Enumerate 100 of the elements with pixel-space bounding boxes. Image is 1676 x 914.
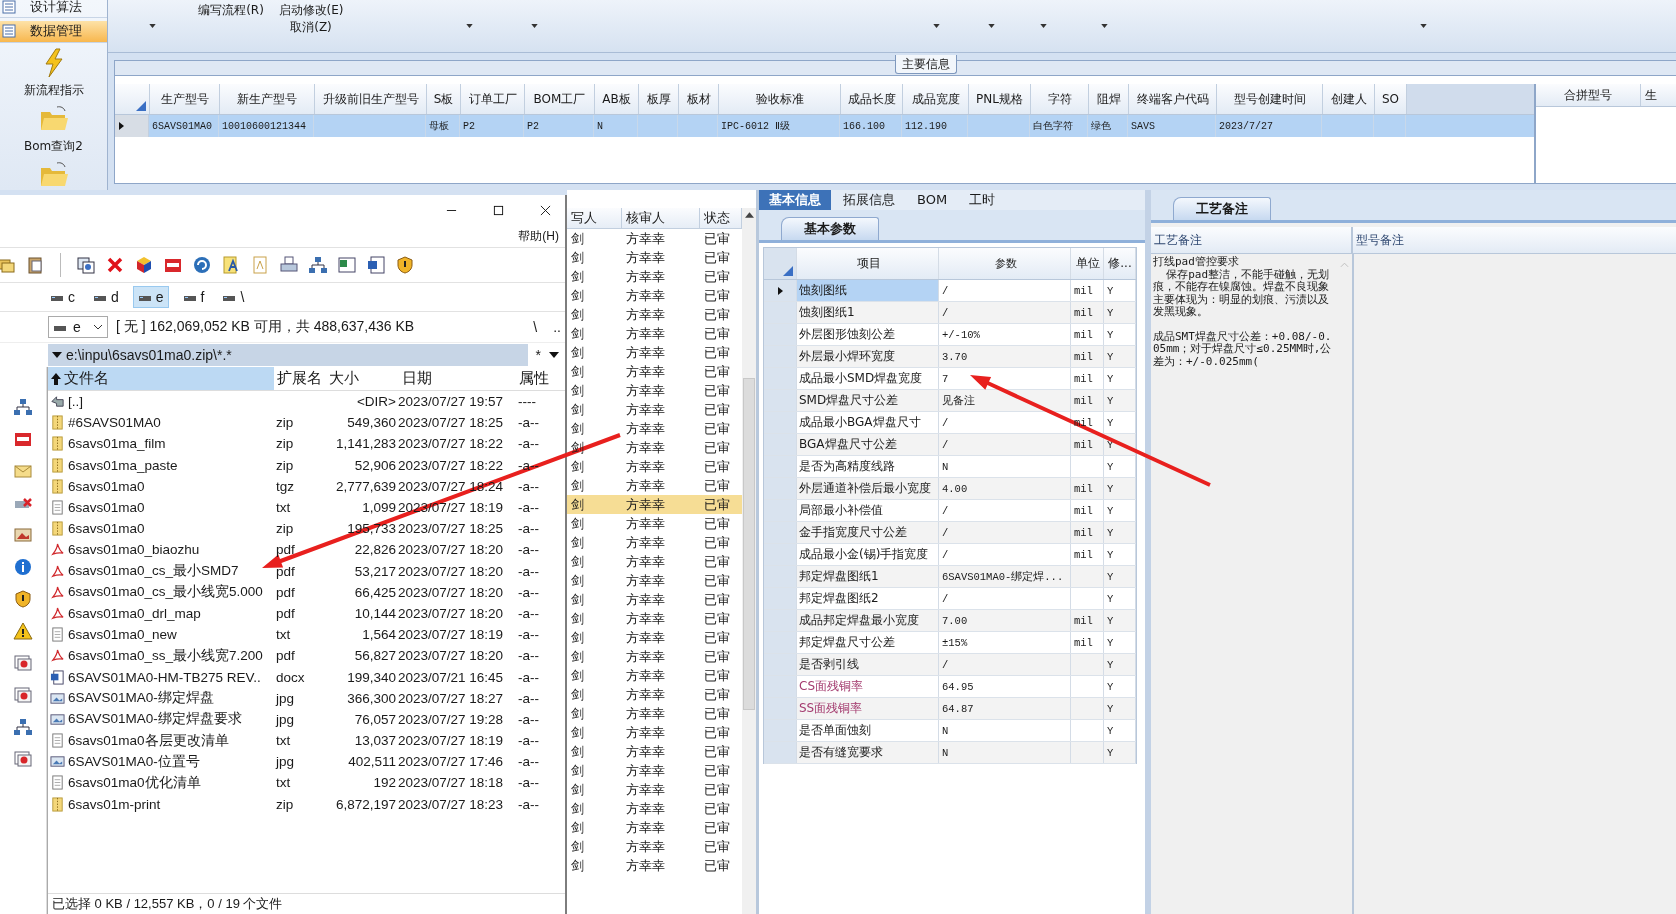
table-row[interactable]: 剑 方幸幸 已审 [567, 685, 742, 704]
property-name[interactable]: 蚀刻图纸 [797, 280, 939, 301]
column-header[interactable]: 单位 [1071, 248, 1104, 279]
delete-icon[interactable] [105, 255, 125, 275]
ribbon-button[interactable]: 取消(Z) [290, 19, 332, 36]
table-row[interactable]: 蚀刻图纸1 / mil Y [764, 302, 1136, 324]
column-header[interactable]: 写人 [567, 208, 622, 228]
column-header[interactable]: 板厚 [639, 84, 679, 114]
table-row[interactable]: 邦定焊盘图纸1 6SAVS01MA0-绑定焊... Y [764, 566, 1136, 588]
property-name[interactable]: 邦定焊盘尺寸公差 [797, 632, 939, 653]
drive-button[interactable]: c [46, 287, 79, 307]
file-name[interactable]: 6SAVS01MA0-HM-TB275 REV.. [68, 669, 261, 685]
tab[interactable]: 基本信息 [759, 190, 831, 210]
column-header[interactable]: 升级前旧生产型号 [315, 84, 427, 114]
property-name[interactable]: 是否为高精度线路 [797, 456, 939, 477]
column-header[interactable]: 型号创建时间 [1217, 84, 1323, 114]
tab[interactable]: 基本参数 [781, 217, 879, 240]
tab[interactable]: 工艺备注 [1173, 197, 1271, 220]
column-header[interactable]: 扩展名 [274, 367, 326, 390]
table-row[interactable]: 是否有缝宽要求 N Y [764, 742, 1136, 764]
property-name[interactable]: 局部最小补偿值 [797, 500, 939, 521]
nav-item[interactable]: 数据管理 [0, 20, 107, 43]
column-header[interactable]: 新生产型号 [220, 84, 315, 114]
property-name[interactable]: 成品最小金(锡)手指宽度 [797, 544, 939, 565]
table-row[interactable]: 剑 方幸幸 已审 [567, 305, 742, 324]
remark-text[interactable]: 打线pad管控要求 保存pad整洁，不能手碰触，无划痕，不能存在镍腐蚀。焊盘不良现象主要体现为：明显的划痕、污渍以及发黑现象。 成品SMT焊盘尺寸公差：+0.08/-0.05mm；对于焊盘尺寸≤0.25MM时,公差为：+/-0.025mm( [1151, 254, 1337, 914]
column-header[interactable]: 成品长度 [841, 84, 903, 114]
table-row[interactable]: 蚀刻图纸 / mil Y [764, 280, 1136, 302]
file-name[interactable]: 6savs01ma0_ss_最小线宽7.200 [68, 646, 263, 665]
column-header[interactable]: 核审人 [622, 208, 700, 228]
spreadsheet-icon[interactable] [337, 255, 357, 275]
column-header[interactable]: 订单工厂 [461, 84, 525, 114]
column-header[interactable]: 成品宽度 [903, 84, 969, 114]
file-name[interactable]: 6savs01ma0 [68, 500, 145, 516]
slides-icon[interactable] [13, 749, 33, 769]
font-icon[interactable] [221, 255, 241, 275]
column-header[interactable]: 终端客户代码 [1129, 84, 1217, 114]
table-row[interactable]: 剑 方幸幸 已审 [567, 704, 742, 723]
table-row[interactable]: 剑 方幸幸 已审 [567, 381, 742, 400]
nav-item[interactable]: 新流程指示 [0, 43, 107, 99]
table-row[interactable]: 剑 方幸幸 已审 [567, 324, 742, 343]
copy-icon[interactable] [76, 255, 96, 275]
column-header[interactable]: 项目 [797, 248, 939, 279]
table-row[interactable]: 剑 方幸幸 已审 [567, 229, 742, 248]
image-icon[interactable] [13, 525, 33, 545]
column-header[interactable]: 字符 [1031, 84, 1089, 114]
property-name[interactable]: 是否剥引线 [797, 654, 939, 675]
table-row[interactable]: SMD焊盘尺寸公差 见备注 mil Y [764, 390, 1136, 412]
table-row[interactable]: 剑 方幸幸 已审 [567, 761, 742, 780]
table-row[interactable]: 剑 方幸幸 已审 [567, 362, 742, 381]
table-row[interactable]: 剑 方幸幸 已审 [567, 571, 742, 590]
table-row[interactable]: 是否剥引线 / Y [764, 654, 1136, 676]
shield-icon[interactable] [395, 255, 415, 275]
column-header[interactable]: 创建人 [1323, 84, 1375, 114]
clipboard-icon[interactable] [25, 255, 45, 275]
filter-button[interactable]: * [535, 347, 541, 363]
file-name[interactable]: 6savs01ma0各层更改清单 [68, 731, 229, 750]
drive-button[interactable]: f [178, 287, 209, 307]
file-name[interactable]: 6savs01ma0_biaozhu [68, 542, 200, 558]
property-name[interactable]: 邦定焊盘图纸2 [797, 588, 939, 609]
network-icon[interactable] [308, 255, 328, 275]
nav-item[interactable]: 设计算法 [0, 0, 107, 18]
property-name[interactable]: 是否有缝宽要求 [797, 742, 939, 763]
slides-icon[interactable] [13, 653, 33, 673]
close-icon[interactable] [540, 204, 551, 216]
caret-icon[interactable] [549, 352, 559, 358]
cube-icon[interactable] [134, 255, 154, 275]
column-header[interactable]: 板材 [679, 84, 719, 114]
file-name[interactable]: 6savs01ma0_drl_map [68, 605, 201, 621]
table-row[interactable]: 剑 方幸幸 已审 [567, 343, 742, 362]
table-row[interactable]: SS面残铜率 64.87 Y [764, 698, 1136, 720]
table-row[interactable]: 剑 方幸幸 已审 [567, 248, 742, 267]
property-name[interactable]: 成品邦定焊盘最小宽度 [797, 610, 939, 631]
file-name[interactable]: 6savs01ma_film [68, 436, 166, 452]
table-row[interactable]: 剑 方幸幸 已审 [567, 856, 742, 875]
column-header[interactable]: AB板 [595, 84, 639, 114]
ribbon-button[interactable]: 编写流程(R) [198, 2, 264, 19]
table-row[interactable]: 剑 方幸幸 已审 [567, 799, 742, 818]
table-row[interactable]: 剑 方幸幸 已审 [567, 476, 742, 495]
column-header[interactable]: S板 [427, 84, 461, 114]
file-name[interactable]: 6SAVS01MA0-绑定焊盘 [68, 689, 214, 708]
column-header[interactable]: 参数 [939, 248, 1071, 279]
parent-button[interactable]: .. [549, 319, 565, 335]
drive-button[interactable]: \ [218, 287, 249, 307]
root-button[interactable]: \ [529, 319, 542, 335]
path-bar[interactable]: e:\inpu\6savs01ma0.zip\*.* [48, 344, 528, 366]
column-header[interactable]: 文件名 [48, 367, 274, 390]
file-name[interactable]: 6savs01ma0 [68, 521, 145, 537]
ribbon-button[interactable]: 启动修改(E) [278, 2, 344, 19]
file-name[interactable]: 6SAVS01MA0-绑定焊盘要求 [68, 710, 242, 729]
file-name[interactable]: #6SAVS01MA0 [68, 415, 161, 431]
column-header[interactable]: 生 [1641, 84, 1661, 106]
table-row[interactable]: 剑 方幸幸 已审 [567, 837, 742, 856]
property-name[interactable]: 成品最小SMD焊盘宽度 [797, 368, 939, 389]
column-header[interactable]: 验收标准 [719, 84, 841, 114]
table-row[interactable]: 剑 方幸幸 已审 [567, 533, 742, 552]
property-name[interactable]: 外层通道补偿后最小宽度 [797, 478, 939, 499]
property-name[interactable]: 金手指宽度尺寸公差 [797, 522, 939, 543]
table-row[interactable]: 外层最小焊环宽度 3.70 mil Y [764, 346, 1136, 368]
file-name[interactable]: 6savs01ma0_new [68, 627, 177, 643]
